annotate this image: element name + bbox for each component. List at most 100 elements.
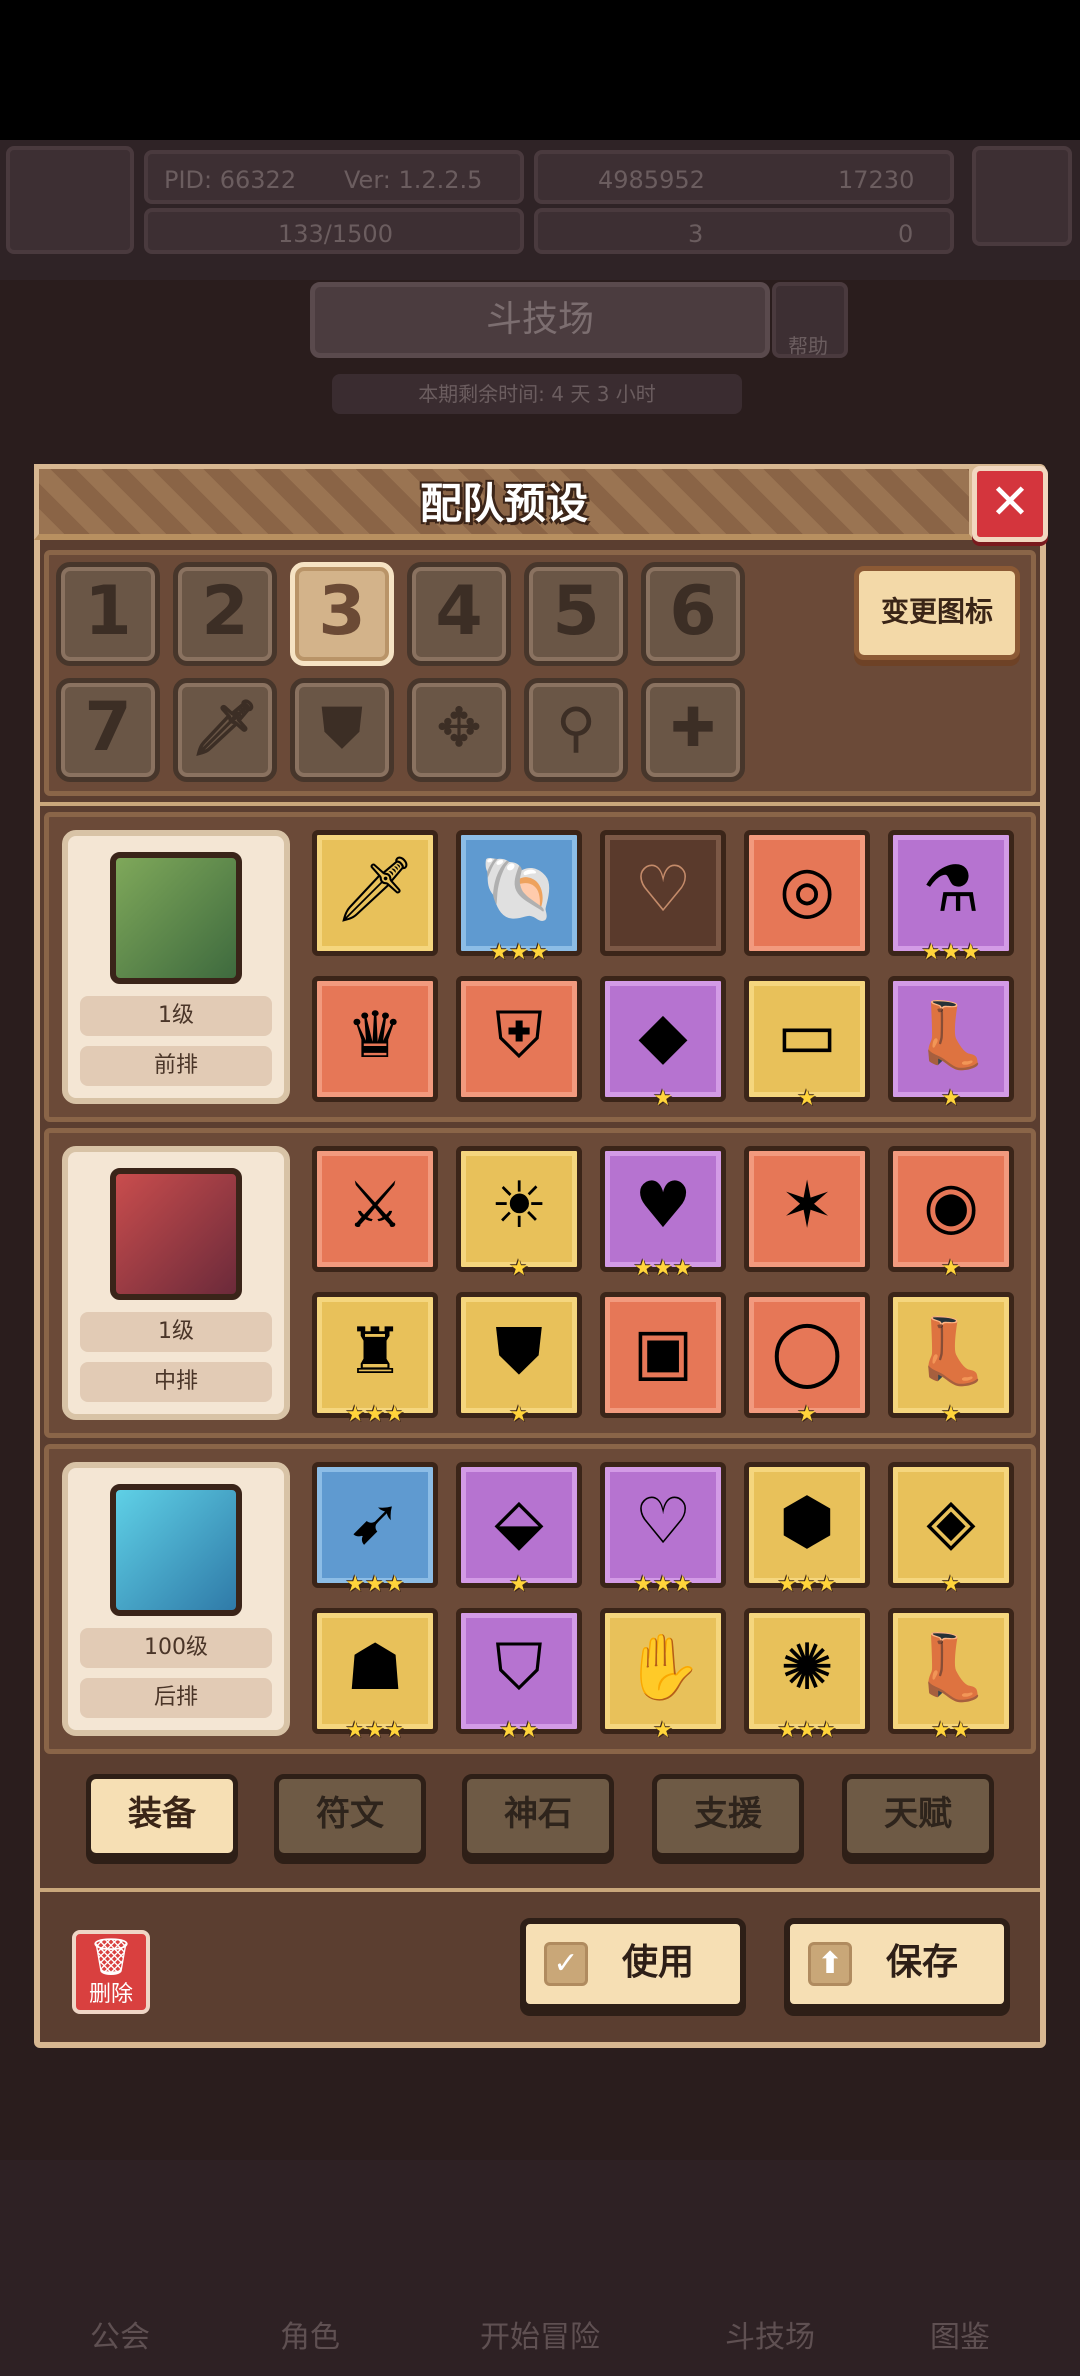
equipment-slot[interactable]: ♥ ★★★	[600, 1146, 726, 1281]
use-label: 使用	[622, 1942, 695, 1983]
equipment-slot[interactable]: ▣	[600, 1292, 726, 1418]
equipment-slot[interactable]: ◉ ★	[888, 1146, 1014, 1281]
equipment-slot[interactable]: ✶	[744, 1146, 870, 1272]
star-rating: ★	[509, 1402, 529, 1427]
equipment-slot[interactable]: ⛊ ★	[456, 1292, 582, 1427]
currency-bar: 4985952 17230	[534, 150, 954, 204]
star-rating: ★★★	[777, 1718, 837, 1743]
preset-slot-4[interactable]: 4	[407, 562, 511, 666]
tab-runes[interactable]: 符文	[274, 1774, 426, 1858]
staff-icon[interactable]: ⚲	[524, 678, 628, 782]
sword-icon[interactable]: 🗡	[173, 678, 277, 782]
tab-divine-stones[interactable]: 神石	[462, 1774, 614, 1858]
hero-card-3[interactable]: 100级 后排	[62, 1462, 290, 1736]
equipment-slot[interactable]: ⬢ ★★★	[744, 1462, 870, 1597]
equipment-slot[interactable]: ♜ ★★★	[312, 1292, 438, 1427]
counts-bar: 3 0	[534, 208, 954, 254]
equipment-slot[interactable]: ◆ ★	[600, 976, 726, 1111]
divider	[40, 802, 1040, 806]
hero-position: 前排	[80, 1046, 272, 1086]
equipment-slot[interactable]: ☀ ★	[456, 1146, 582, 1281]
lantern-icon: ☀	[490, 1169, 548, 1243]
equipment-slot[interactable]: ♡ ★★★	[600, 1462, 726, 1597]
equipment-slot[interactable]: 👢 ★★	[888, 1608, 1014, 1743]
equipment-slot[interactable]: ♡	[600, 830, 726, 956]
hero-card-1[interactable]: 1级 前排	[62, 830, 290, 1104]
equipment-slot[interactable]: ➹ ★★★	[312, 1462, 438, 1597]
bracelet-icon: ◯	[771, 1315, 843, 1389]
star-rating: ★★★	[633, 1572, 693, 1597]
star-rating: ★★★	[633, 1256, 693, 1281]
equipment-slot[interactable]: 🗡	[312, 830, 438, 956]
amulet-icon: ♡	[634, 1485, 692, 1559]
star-rating: ★	[509, 1572, 529, 1597]
star-rating: ★	[941, 1572, 961, 1597]
spiked-armor-icon: ✺	[780, 1631, 834, 1705]
use-button[interactable]: ✓ 使用	[520, 1918, 746, 2010]
hero-card-2[interactable]: 1级 中排	[62, 1146, 290, 1420]
heart-slot-icon: ♡	[634, 853, 692, 927]
potion-icon: ⚗	[922, 853, 980, 927]
plus-icon[interactable]: ✚	[641, 678, 745, 782]
trash-icon: 🗑	[88, 1937, 134, 1978]
equipment-slot[interactable]: ♛	[312, 976, 438, 1102]
tab-talents[interactable]: 天赋	[842, 1774, 994, 1858]
golden-boots-icon: 👢	[911, 1315, 991, 1389]
preset-slot-5[interactable]: 5	[524, 562, 628, 666]
equipment-slot[interactable]: ✺ ★★★	[744, 1608, 870, 1743]
nav-adventure[interactable]: 开始冒险	[410, 2310, 670, 2366]
nav-arena[interactable]: 斗技场	[680, 2310, 860, 2366]
shield-icon[interactable]: ⛊	[290, 678, 394, 782]
star-rating: ★	[653, 1718, 673, 1743]
settings-gear-icon[interactable]	[972, 146, 1072, 246]
change-icon-button[interactable]: 变更图标	[854, 566, 1020, 660]
preset-slot-7[interactable]: 7	[56, 678, 160, 782]
spear-icon: ➹	[348, 1485, 402, 1559]
preset-slot-2[interactable]: 2	[173, 562, 277, 666]
player-avatar[interactable]	[6, 146, 134, 254]
equipment-slot[interactable]: ⚗ ★★★	[888, 830, 1014, 965]
close-button[interactable]: ✕	[972, 466, 1048, 542]
preset-slot-6[interactable]: 6	[641, 562, 745, 666]
help-button[interactable]: 帮助	[772, 282, 848, 358]
equipment-slot[interactable]: ☗ ★★★	[312, 1608, 438, 1743]
equipment-slot[interactable]: ◎	[744, 830, 870, 956]
preset-slot-3[interactable]: 3	[290, 562, 394, 666]
equipment-slot[interactable]: ▭ ★	[744, 976, 870, 1111]
crosshair-icon[interactable]: ✥	[407, 678, 511, 782]
equipment-slot[interactable]: ⛨	[456, 976, 582, 1102]
check-icon: ✓	[544, 1942, 588, 1986]
save-label: 保存	[886, 1942, 959, 1983]
nav-codex[interactable]: 图鉴	[870, 2310, 1050, 2366]
star-rating: ★	[653, 1086, 673, 1111]
star-rating: ★	[941, 1256, 961, 1281]
star-rating: ★★★	[345, 1402, 405, 1427]
sword-icon: 🗡	[334, 853, 416, 927]
nav-character[interactable]: 角色	[220, 2310, 400, 2366]
equipment-slot[interactable]: ⬙ ★	[456, 1462, 582, 1597]
equipment-slot[interactable]: ◯ ★	[744, 1292, 870, 1427]
equipment-slot[interactable]: ✋ ★	[600, 1608, 726, 1743]
save-button[interactable]: ⬆ 保存	[784, 1918, 1010, 2010]
delete-button[interactable]: 🗑 删除	[72, 1930, 150, 2014]
equipment-slot[interactable]: 👢 ★	[888, 1292, 1014, 1427]
star-rating: ★★	[931, 1718, 971, 1743]
modal-title: 配队预设	[419, 479, 588, 528]
star-rating: ★	[941, 1086, 961, 1111]
equipment-slot[interactable]: 🐚 ★★★	[456, 830, 582, 965]
gem-icon: ⬢	[779, 1485, 835, 1559]
iron-boots-icon: 👢	[911, 1631, 991, 1705]
equipment-slot[interactable]: ⚔	[312, 1146, 438, 1272]
equipment-slot[interactable]: ◈ ★	[888, 1462, 1014, 1597]
preset-slot-1[interactable]: 1	[56, 562, 160, 666]
tab-support[interactable]: 支援	[652, 1774, 804, 1858]
equipment-slot[interactable]: 👢 ★	[888, 976, 1014, 1111]
hero-position: 后排	[80, 1678, 272, 1718]
equipment-slot[interactable]: ⛉ ★★	[456, 1608, 582, 1743]
necklace-icon: ♥	[634, 1169, 692, 1243]
tab-equipment[interactable]: 装备	[86, 1774, 238, 1858]
belt-icon: ▭	[776, 999, 838, 1073]
status-bar-area	[0, 0, 1080, 140]
stamina-text: 133/1500	[278, 220, 393, 248]
nav-guild[interactable]: 公会	[30, 2310, 210, 2366]
